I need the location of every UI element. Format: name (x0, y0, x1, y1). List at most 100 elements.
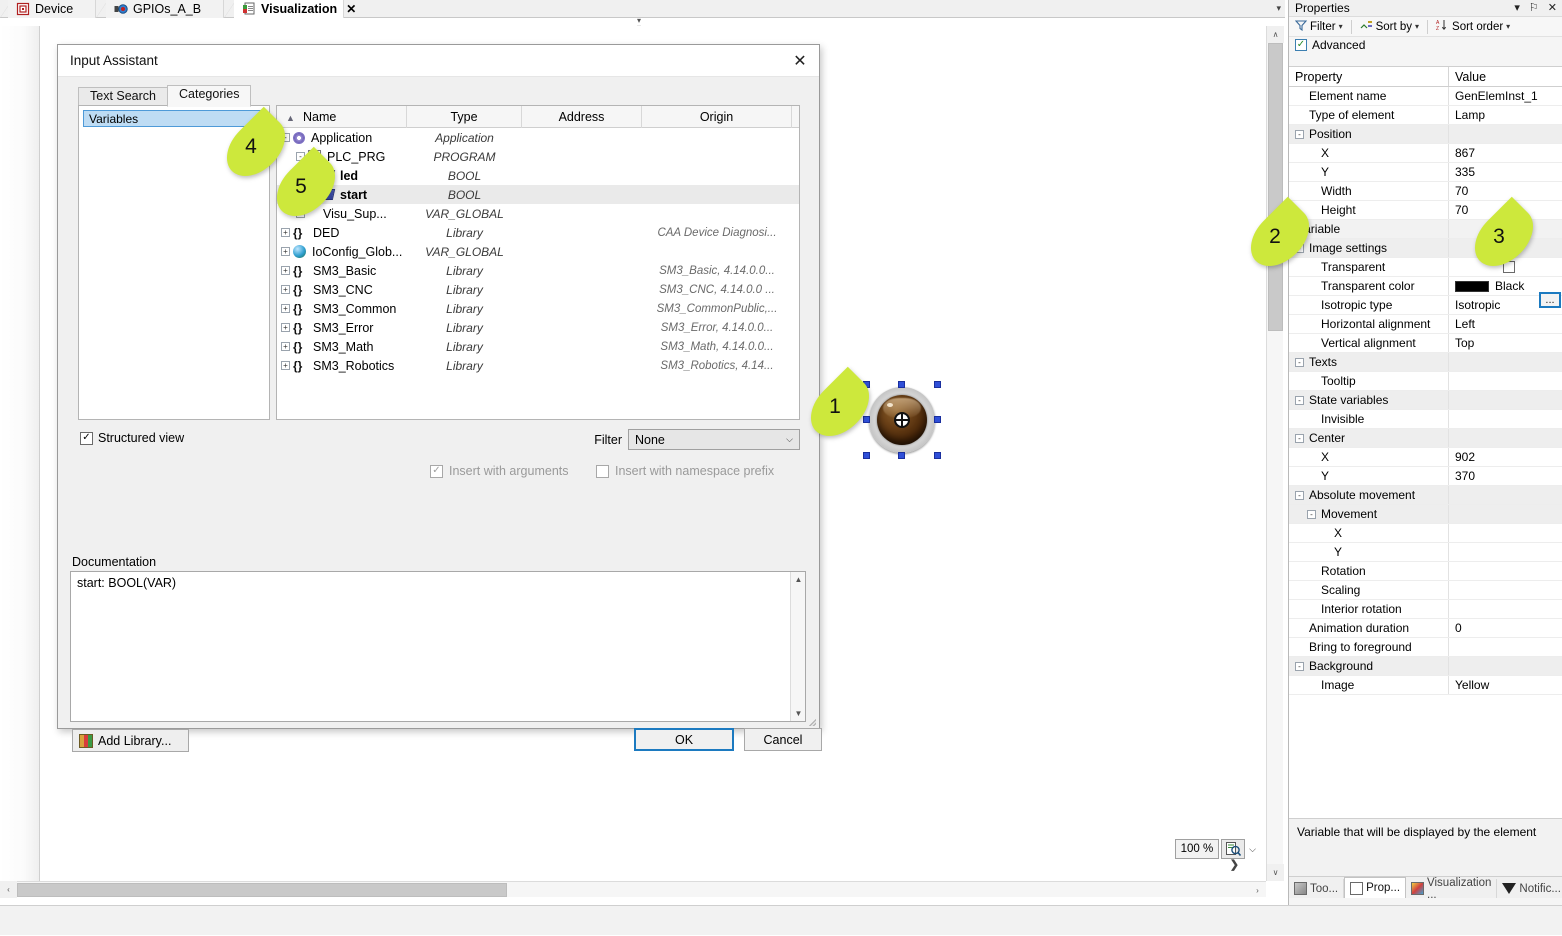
sort-by-button[interactable]: Sort by ▾ (1358, 19, 1421, 34)
property-value-cell[interactable] (1449, 410, 1562, 428)
property-value-cell[interactable] (1449, 581, 1562, 599)
zoom-caret-icon[interactable]: ⌵ (1247, 844, 1258, 855)
symbol-tree-panel[interactable]: ▲ Name Type Address Origin - Application A… (276, 105, 800, 420)
expand-icon[interactable]: + (281, 361, 290, 370)
resize-handle-sw[interactable] (863, 452, 870, 459)
property-value-cell[interactable]: Top (1449, 334, 1562, 352)
property-row[interactable]: Y 370 (1289, 467, 1562, 486)
tree-row[interactable]: - Application Application (277, 128, 799, 147)
resize-handle-n[interactable] (898, 381, 905, 388)
expand-icon[interactable]: + (281, 266, 290, 275)
property-row[interactable]: Scaling (1289, 581, 1562, 600)
tree-row[interactable]: +{} SM3_Math Library SM3_Math, 4.14.0.0... (277, 337, 799, 356)
property-value-cell[interactable]: Lamp (1449, 106, 1562, 124)
property-value-cell[interactable] (1449, 543, 1562, 561)
ok-button[interactable]: OK (634, 728, 734, 751)
canvas-vertical-scrollbar[interactable]: ∧ ∨ (1266, 26, 1284, 881)
property-value-cell[interactable]: 0 (1449, 619, 1562, 637)
scroll-down-icon[interactable]: ▼ (791, 706, 806, 721)
lamp-element[interactable] (863, 381, 941, 459)
zoom-page-icon[interactable] (1221, 839, 1246, 859)
property-value-cell[interactable] (1449, 600, 1562, 618)
filter-dropdown[interactable]: None ⌵ (628, 429, 800, 450)
document-tab-visualization[interactable]: Visualization ✕ (234, 0, 356, 18)
property-row[interactable]: - Center (1289, 429, 1562, 448)
advanced-checkbox[interactable]: ✓ Advanced (1289, 37, 1562, 53)
tree-row[interactable]: +{} SM3_Robotics Library SM3_Robotics, 4.14… (277, 356, 799, 375)
column-header-address[interactable]: Address (522, 106, 642, 128)
tree-row[interactable]: +Visu_Sup...VAR_GLOBAL (277, 204, 799, 223)
property-row[interactable]: Tooltip (1289, 372, 1562, 391)
property-row[interactable]: Transparent color Black (1289, 277, 1562, 296)
menu-caret-icon[interactable]: ▾ (1514, 1, 1520, 14)
scroll-up-icon[interactable]: ▲ (791, 572, 806, 587)
property-value-cell[interactable] (1449, 638, 1562, 656)
column-header-origin[interactable]: Origin (642, 106, 792, 128)
canvas-expand-arrow-icon[interactable]: ❯ (1230, 858, 1239, 871)
documentation-scrollbar[interactable]: ▲ ▼ (790, 572, 805, 721)
documentation-box[interactable]: start: BOOL(VAR) ▲ ▼ (70, 571, 806, 722)
canvas-vertical-scroll-thumb[interactable] (1268, 43, 1283, 331)
scroll-right-icon[interactable]: › (1249, 882, 1266, 898)
collapse-icon[interactable]: - (1295, 395, 1304, 405)
property-row[interactable]: X (1289, 524, 1562, 543)
collapse-icon[interactable]: - (1295, 129, 1304, 139)
expand-icon[interactable]: + (281, 228, 290, 237)
ellipsis-button[interactable]: ... (1539, 292, 1561, 308)
column-header-name[interactable]: ▲ Name (277, 106, 407, 128)
zoom-level-value[interactable]: 100 % (1174, 839, 1220, 859)
property-row[interactable]: X 902 (1289, 448, 1562, 467)
property-row[interactable]: Element name GenElemInst_1 (1289, 87, 1562, 106)
property-row[interactable]: Bring to foreground (1289, 638, 1562, 657)
property-row[interactable]: - Absolute movement (1289, 486, 1562, 505)
cancel-button[interactable]: Cancel (744, 728, 822, 751)
property-row[interactable]: Rotation (1289, 562, 1562, 581)
collapse-icon[interactable]: - (1295, 357, 1304, 367)
property-value-cell[interactable]: 335 (1449, 163, 1562, 181)
property-value-cell[interactable]: Yellow (1449, 676, 1562, 694)
bottom-tab-toolbox[interactable]: Too... (1289, 879, 1345, 898)
tab-overflow-caret-icon[interactable]: ▾ (1276, 3, 1281, 14)
properties-grid[interactable]: Property Value Element name GenElemInst_1… (1289, 66, 1562, 818)
zoom-control[interactable]: 100 % ⌵ (1174, 839, 1258, 859)
property-value-cell[interactable] (1449, 353, 1562, 371)
collapse-icon[interactable]: - (1295, 433, 1304, 443)
tree-row[interactable]: +{} SM3_Common Library SM3_CommonPublic,... (277, 299, 799, 318)
collapse-icon[interactable]: - (1307, 509, 1316, 519)
scroll-up-icon[interactable]: ∧ (1267, 26, 1284, 43)
sort-order-button[interactable]: AZ Sort order ▾ (1434, 19, 1512, 34)
resize-grip-icon[interactable] (807, 717, 816, 726)
scroll-down-icon[interactable]: ∨ (1267, 864, 1284, 881)
column-header-value[interactable]: Value (1449, 67, 1562, 86)
property-value-cell[interactable] (1449, 657, 1562, 675)
property-row[interactable]: - State variables (1289, 391, 1562, 410)
expand-icon[interactable]: + (281, 304, 290, 313)
property-value-cell[interactable] (1449, 372, 1562, 390)
property-value-cell[interactable] (1449, 562, 1562, 580)
document-tab-gpios-a-b[interactable]: GPIOs_A_B (106, 0, 224, 18)
expand-icon[interactable]: + (281, 342, 290, 351)
filter-button[interactable]: Filter ▾ (1293, 19, 1345, 34)
property-row[interactable]: - Background (1289, 657, 1562, 676)
close-icon[interactable]: ✕ (1548, 1, 1557, 14)
close-icon[interactable]: ✕ (787, 49, 813, 73)
property-value-cell[interactable] (1449, 429, 1562, 447)
property-row[interactable]: Animation duration 0 (1289, 619, 1562, 638)
property-value-cell[interactable] (1449, 125, 1562, 143)
property-value-cell[interactable]: 70 (1449, 182, 1562, 200)
resize-handle-ne[interactable] (934, 381, 941, 388)
expand-icon[interactable]: + (281, 285, 290, 294)
property-value-cell[interactable] (1449, 524, 1562, 542)
tab-categories[interactable]: Categories (167, 85, 252, 107)
property-value-cell[interactable]: GenElemInst_1 (1449, 87, 1562, 105)
resize-handle-se[interactable] (934, 452, 941, 459)
tree-row[interactable]: led BOOL (277, 166, 799, 185)
color-swatch[interactable] (1455, 280, 1489, 292)
tree-row[interactable]: +{} SM3_CNC Library SM3_CNC, 4.14.0.0 ... (277, 280, 799, 299)
property-row[interactable]: Horizontal alignment Left (1289, 315, 1562, 334)
property-row[interactable]: Type of element Lamp (1289, 106, 1562, 125)
collapse-icon[interactable]: - (1295, 490, 1304, 500)
bottom-tab-properties[interactable]: Prop... (1344, 877, 1407, 898)
property-row[interactable]: Vertical alignment Top (1289, 334, 1562, 353)
tree-row[interactable]: start BOOL (277, 185, 799, 204)
